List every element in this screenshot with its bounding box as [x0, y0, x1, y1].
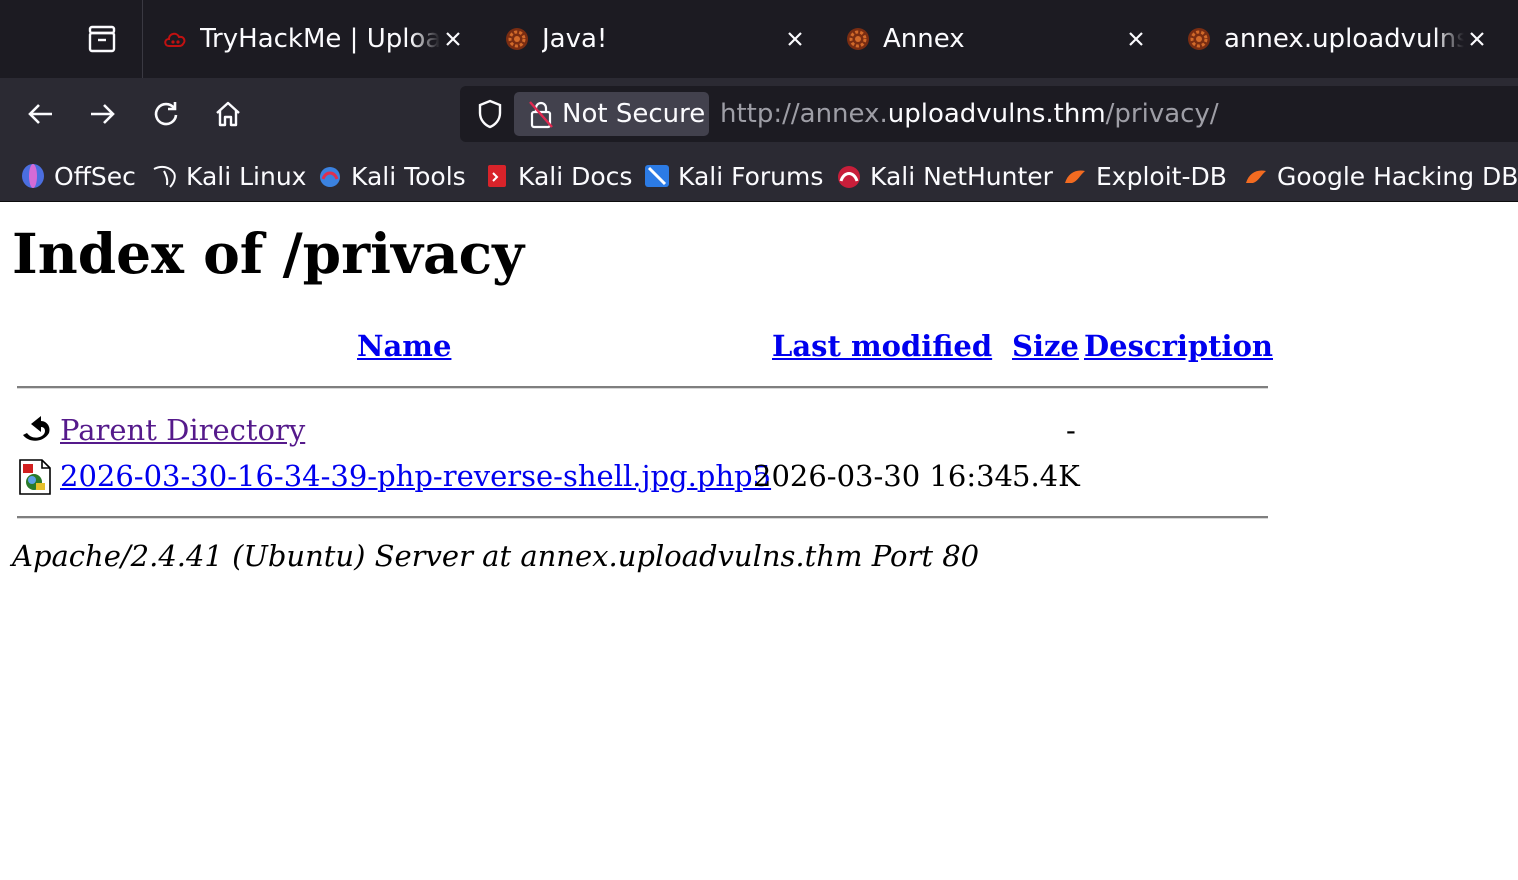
url-path: /privacy/	[1105, 99, 1219, 129]
server-signature: Apache/2.4.41 (Ubuntu) Server at annex.u…	[12, 539, 980, 573]
reload-button[interactable]	[146, 94, 186, 134]
bookmark-kali-forums[interactable]: Kali Forums	[644, 150, 823, 202]
kali-forums-icon	[645, 165, 669, 187]
shield-icon	[478, 99, 502, 129]
bookmark-label: OffSec	[54, 161, 136, 191]
tryhackme-cloud-icon	[164, 32, 186, 47]
column-header-description[interactable]: Description	[1084, 329, 1273, 363]
insecure-lock-icon	[529, 101, 553, 129]
offsec-icon	[22, 164, 44, 188]
tab-annex-privacy[interactable]: annex.uploadvulns.thm/privacy/	[1186, 0, 1492, 78]
column-header-last-modified[interactable]: Last modified	[772, 329, 992, 363]
kali-dragon-icon	[153, 165, 176, 188]
image-file-icon	[19, 459, 51, 495]
page-content: Index of /privacy Name Last modified Siz…	[0, 203, 1518, 880]
bookmark-label: Kali Forums	[678, 161, 824, 191]
close-icon	[1129, 32, 1143, 46]
back-arrow-icon	[28, 104, 52, 124]
bookmark-offsec[interactable]: OffSec	[20, 150, 136, 202]
nethunter-icon	[838, 166, 860, 188]
close-icon	[446, 32, 460, 46]
tab-tryhackme[interactable]: TryHackMe | Upload Vulnerabilities	[162, 0, 468, 78]
bookmark-label: Exploit-DB	[1096, 161, 1227, 191]
row-size: -	[1066, 413, 1076, 447]
kali-tools-icon	[320, 167, 340, 187]
forward-button[interactable]	[83, 94, 123, 134]
tab-list-icon	[88, 25, 116, 53]
tab-close-button[interactable]	[780, 24, 810, 54]
url-text[interactable]: http://annex.uploadvulns.thm/privacy/	[720, 86, 1219, 142]
bookmark-google-hacking-db[interactable]: Google Hacking DB	[1243, 150, 1518, 202]
reload-icon	[154, 102, 178, 126]
site-gear-icon	[1188, 28, 1210, 50]
tab-separator	[142, 0, 143, 78]
footer-divider	[17, 516, 1268, 519]
bookmark-exploit-db[interactable]: Exploit-DB	[1062, 150, 1227, 202]
column-header-size[interactable]: Size	[1012, 329, 1079, 363]
tracking-protection-button[interactable]	[472, 96, 508, 132]
navigation-toolbar: Not Secure http://annex.uploadvulns.thm/…	[0, 78, 1518, 150]
tab-close-button[interactable]	[1462, 24, 1492, 54]
tab-strip: TryHackMe | Upload Vulnerabilities Java!…	[0, 0, 1518, 78]
tab-list-button[interactable]	[84, 22, 120, 56]
url-host: uploadvulns.thm	[887, 99, 1106, 129]
not-secure-indicator[interactable]: Not Secure	[514, 92, 709, 136]
header-divider	[17, 386, 1268, 389]
row-last-modified: 2026-03-30 16:34	[753, 459, 1013, 493]
bookmark-label: Google Hacking DB	[1277, 161, 1518, 191]
back-button[interactable]	[20, 94, 60, 134]
tab-close-button[interactable]	[438, 24, 468, 54]
site-gear-icon	[506, 28, 528, 50]
site-gear-icon	[847, 28, 869, 50]
bookmark-label: Kali NetHunter	[870, 161, 1053, 191]
close-icon	[1470, 32, 1484, 46]
row-size: 5.4K	[1012, 459, 1080, 493]
back-arrow-icon	[23, 416, 50, 441]
bookmark-kali-linux[interactable]: Kali Linux	[152, 150, 306, 202]
tab-title: annex.uploadvulns.thm/privacy/	[1224, 24, 1464, 54]
column-header-name[interactable]: Name	[357, 329, 451, 363]
kali-docs-icon	[488, 165, 506, 187]
home-button[interactable]	[208, 94, 248, 134]
forward-arrow-icon	[91, 104, 115, 124]
bookmark-kali-nethunter[interactable]: Kali NetHunter	[836, 150, 1053, 202]
tab-java[interactable]: Java!	[504, 0, 810, 78]
tab-title: Annex	[883, 24, 965, 54]
page-title: Index of /privacy	[12, 221, 525, 286]
bookmark-label: Kali Tools	[351, 161, 466, 191]
bookmarks-toolbar: OffSec Kali Linux Kali Tools Kali Docs K…	[0, 150, 1518, 202]
ghdb-icon	[1246, 170, 1266, 183]
exploit-db-icon	[1065, 170, 1085, 183]
tab-title: TryHackMe | Upload Vulnerabilities	[200, 24, 440, 54]
tab-title: Java!	[542, 24, 608, 54]
bookmark-kali-docs[interactable]: Kali Docs	[484, 150, 632, 202]
tab-annex[interactable]: Annex	[845, 0, 1151, 78]
home-icon	[216, 101, 240, 127]
close-icon	[788, 32, 802, 46]
bookmark-label: Kali Linux	[186, 161, 307, 191]
bookmark-kali-tools[interactable]: Kali Tools	[317, 150, 466, 202]
bookmark-label: Kali Docs	[518, 161, 633, 191]
not-secure-label: Not Secure	[562, 99, 706, 129]
parent-directory-link[interactable]: Parent Directory	[60, 413, 305, 447]
tab-close-button[interactable]	[1121, 24, 1151, 54]
url-bar[interactable]: Not Secure http://annex.uploadvulns.thm/…	[460, 86, 1518, 142]
file-link[interactable]: 2026-03-30-16-34-39-php-reverse-shell.jp…	[60, 459, 771, 493]
url-prefix: http://annex.	[720, 99, 888, 129]
